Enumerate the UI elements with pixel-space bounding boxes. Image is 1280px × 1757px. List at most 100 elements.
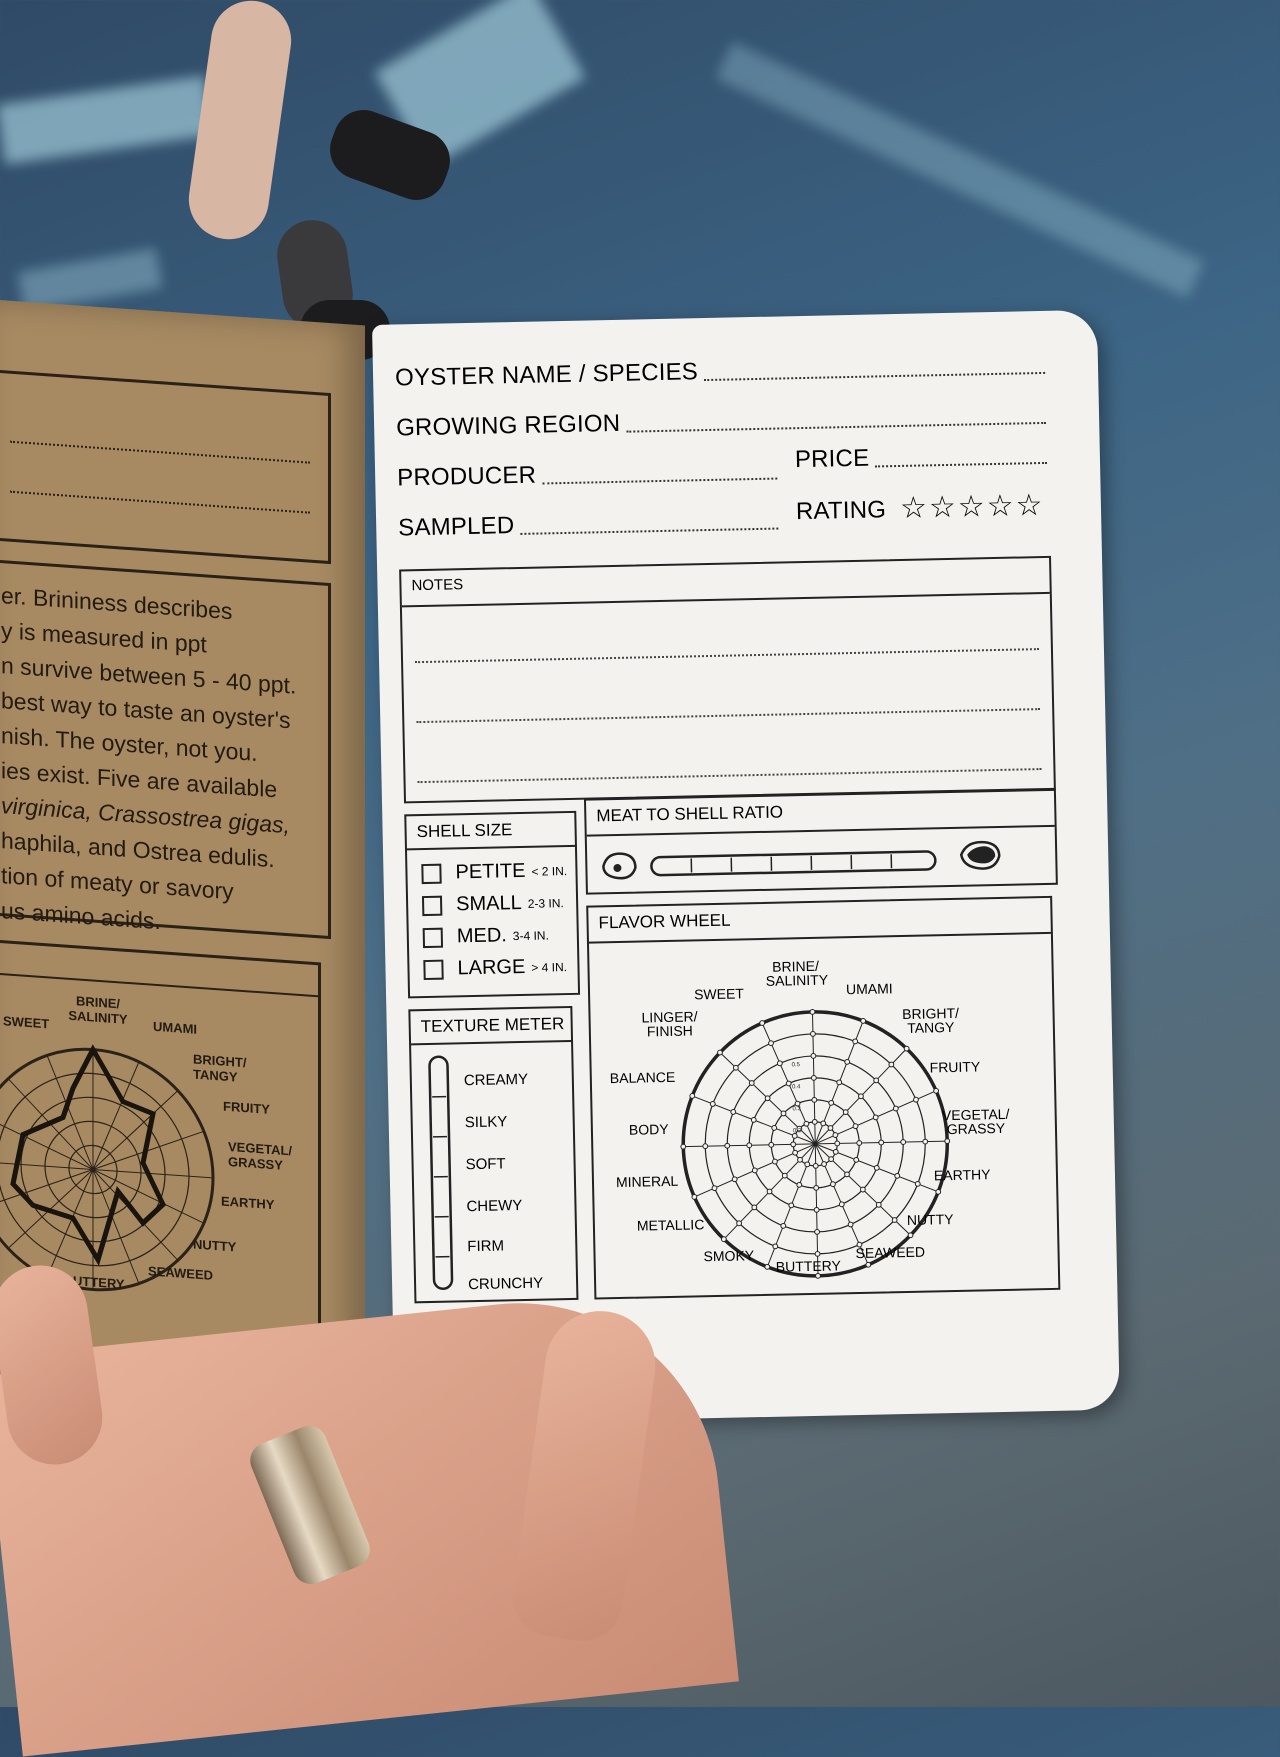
wheel-node[interactable] — [765, 1264, 770, 1269]
wheel-node[interactable] — [837, 1080, 842, 1085]
wheel-node[interactable] — [791, 1142, 796, 1147]
oyster-name-field[interactable]: OYSTER NAME / SPECIES — [395, 351, 1045, 393]
wheel-node[interactable] — [811, 1053, 816, 1058]
wheel-node[interactable] — [915, 1181, 920, 1186]
wheel-node[interactable] — [811, 1075, 816, 1080]
wheel-node[interactable] — [829, 1100, 834, 1105]
wheel-node[interactable] — [874, 1078, 879, 1083]
wheel-node[interactable] — [769, 1041, 774, 1046]
wheel-node[interactable] — [751, 1117, 756, 1122]
wheel-node[interactable] — [810, 1031, 815, 1036]
wheel-node[interactable] — [829, 1157, 834, 1162]
wheel-node[interactable] — [781, 1111, 786, 1116]
wheel-node[interactable] — [797, 1182, 802, 1187]
wheel-node[interactable] — [857, 1141, 862, 1146]
wheel-node[interactable] — [889, 1062, 894, 1067]
wheel-node[interactable] — [814, 1185, 819, 1190]
wheel-node[interactable] — [845, 1059, 850, 1064]
wheel-node[interactable] — [773, 1244, 778, 1249]
wheel-node[interactable] — [786, 1081, 791, 1086]
wheel-node[interactable] — [914, 1097, 919, 1102]
wheel-node[interactable] — [848, 1222, 853, 1227]
wheel-node[interactable] — [908, 1233, 913, 1238]
shell-size-small[interactable]: SMALL 2-3 IN. — [422, 891, 564, 917]
wheel-node[interactable] — [733, 1065, 738, 1070]
wheel-node[interactable] — [833, 1133, 838, 1138]
wheel-node[interactable] — [814, 1207, 819, 1212]
wheel-node[interactable] — [843, 1110, 848, 1115]
wheel-node[interactable] — [835, 1141, 840, 1146]
wheel-node[interactable] — [813, 1163, 818, 1168]
wheel-node[interactable] — [893, 1106, 898, 1111]
wheel-node[interactable] — [767, 1189, 772, 1194]
wheel-node[interactable] — [816, 1273, 821, 1278]
wheel-node[interactable] — [681, 1144, 686, 1149]
rating-stars[interactable]: ☆☆☆☆☆ — [900, 491, 1045, 524]
wheel-node[interactable] — [804, 1121, 809, 1126]
wheel-node[interactable] — [904, 1046, 909, 1051]
wheel-node[interactable] — [860, 1187, 865, 1192]
wheel-node[interactable] — [873, 1115, 878, 1120]
wheel-node[interactable] — [721, 1237, 726, 1242]
wheel-node[interactable] — [934, 1088, 939, 1093]
wheel-node[interactable] — [690, 1093, 695, 1098]
wheel-node[interactable] — [853, 1124, 858, 1129]
wheel-node[interactable] — [737, 1221, 742, 1226]
texture-meter-bar[interactable] — [425, 1054, 460, 1295]
wheel-node[interactable] — [945, 1139, 950, 1144]
wheel-node[interactable] — [710, 1101, 715, 1106]
wheel-node[interactable] — [718, 1050, 723, 1055]
wheel-node[interactable] — [901, 1140, 906, 1145]
wheel-node[interactable] — [828, 1126, 833, 1131]
wheel-node[interactable] — [892, 1218, 897, 1223]
wheel-node[interactable] — [874, 1165, 879, 1170]
notes-box[interactable]: NOTES — [399, 556, 1056, 804]
price-field[interactable]: PRICE — [795, 441, 1048, 474]
wheel-node[interactable] — [781, 1223, 786, 1228]
producer-field[interactable]: PRODUCER — [397, 457, 778, 493]
wheel-node[interactable] — [822, 1162, 827, 1167]
wheel-node[interactable] — [895, 1173, 900, 1178]
checkbox[interactable] — [423, 927, 443, 947]
wheel-node[interactable] — [821, 1121, 826, 1126]
wheel-node[interactable] — [854, 1157, 859, 1162]
wheel-node[interactable] — [692, 1195, 697, 1200]
wheel-node[interactable] — [752, 1205, 757, 1210]
wheel-node[interactable] — [815, 1229, 820, 1234]
checkbox[interactable] — [422, 895, 442, 915]
wheel-node[interactable] — [805, 1162, 810, 1167]
wheel-node[interactable] — [731, 1109, 736, 1114]
wheel-node[interactable] — [858, 1094, 863, 1099]
wheel-node[interactable] — [833, 1149, 838, 1154]
wheel-node[interactable] — [773, 1159, 778, 1164]
wheel-node[interactable] — [879, 1140, 884, 1145]
wheel-node[interactable] — [703, 1144, 708, 1149]
shell-size-large[interactable]: LARGE > 4 IN. — [423, 955, 567, 981]
wheel-node[interactable] — [936, 1189, 941, 1194]
wheel-node[interactable] — [812, 1119, 817, 1124]
wheel-node[interactable] — [752, 1168, 757, 1173]
wheel-node[interactable] — [830, 1182, 835, 1187]
wheel-node[interactable] — [845, 1172, 850, 1177]
wheel-node[interactable] — [798, 1157, 803, 1162]
sampled-field[interactable]: SAMPLED — [398, 507, 779, 543]
wheel-node[interactable] — [923, 1139, 928, 1144]
wheel-node[interactable] — [861, 1018, 866, 1023]
wheel-node[interactable] — [765, 1096, 770, 1101]
wheel-node[interactable] — [812, 1097, 817, 1102]
ratio-track[interactable] — [651, 851, 935, 875]
wheel-node[interactable] — [772, 1125, 777, 1130]
wheel-node[interactable] — [789, 1203, 794, 1208]
wheel-node[interactable] — [853, 1039, 858, 1044]
wheel-node[interactable] — [777, 1061, 782, 1066]
wheel-node[interactable] — [839, 1202, 844, 1207]
checkbox[interactable] — [423, 959, 443, 979]
wheel-node[interactable] — [876, 1202, 881, 1207]
wheel-node[interactable] — [866, 1262, 871, 1267]
rating-field[interactable]: RATING ☆☆☆☆☆ — [796, 491, 1057, 526]
meat-ratio-slider[interactable] — [589, 829, 1050, 891]
wheel-node[interactable] — [810, 1009, 815, 1014]
wheel-node[interactable] — [749, 1081, 754, 1086]
wheel-node[interactable] — [725, 1143, 730, 1148]
wheel-node[interactable] — [760, 1021, 765, 1026]
